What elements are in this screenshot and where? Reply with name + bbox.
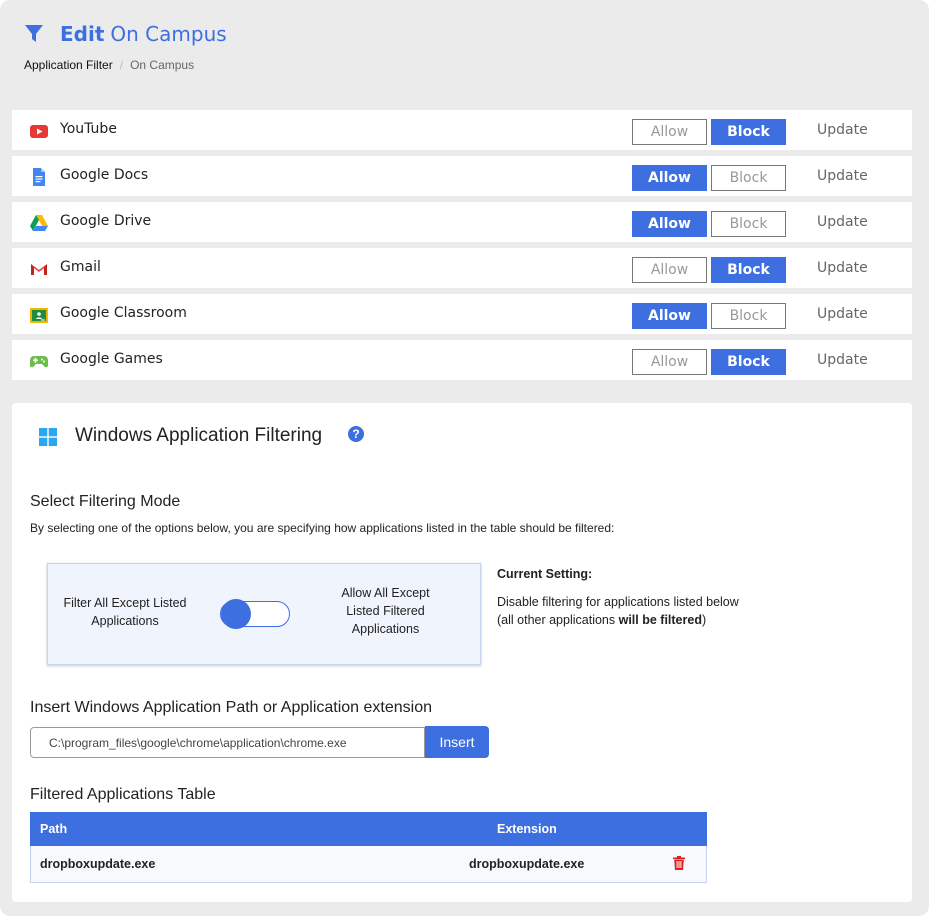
block-button[interactable]: Block — [711, 257, 786, 283]
allow-button[interactable]: Allow — [632, 211, 707, 237]
current-setting-description: Disable filtering for applications liste… — [497, 593, 739, 629]
gamepad-icon — [30, 356, 48, 368]
title-row: Edit On Campus — [24, 20, 227, 48]
block-button[interactable]: Block — [711, 303, 786, 329]
allow-button[interactable]: Allow — [632, 349, 707, 375]
app-row-google-docs: Google Docs Allow Block Update — [12, 156, 912, 196]
block-button[interactable]: Block — [711, 211, 786, 237]
app-name: Google Drive — [60, 213, 152, 229]
current-setting-line2-bold: will be filtered — [618, 613, 702, 627]
update-button[interactable]: Update — [817, 168, 868, 184]
app-row-google-drive: Google Drive Allow Block Update — [12, 202, 912, 242]
app-name: Google Games — [60, 351, 163, 367]
update-button[interactable]: Update — [817, 352, 868, 368]
page-title-text: On Campus — [110, 22, 227, 46]
update-button[interactable]: Update — [817, 260, 868, 276]
cell-extension: dropboxupdate.exe — [469, 857, 585, 871]
insert-path-heading: Insert Windows Application Path or Appli… — [30, 699, 433, 716]
breadcrumb-separator: / — [119, 58, 124, 72]
application-path-input[interactable] — [30, 727, 425, 758]
application-list: YouTube Allow Block Update Google Docs A… — [12, 110, 912, 386]
edit-label: Edit — [60, 22, 105, 46]
filtering-mode-toggle[interactable] — [220, 599, 290, 629]
current-setting-label: Current Setting: — [497, 567, 593, 581]
filtering-mode-description: By selecting one of the options below, y… — [30, 521, 615, 535]
windows-filtering-card: Windows Application Filtering ? Select F… — [12, 403, 912, 902]
column-header-extension: Extension — [497, 822, 557, 836]
filtering-mode-selector: Filter All Except Listed Applications Al… — [47, 563, 481, 665]
update-button[interactable]: Update — [817, 306, 868, 322]
allow-button[interactable]: Allow — [632, 119, 707, 145]
filter-icon — [25, 25, 43, 42]
youtube-icon — [30, 125, 48, 138]
page-title: Edit On Campus — [60, 22, 227, 46]
app-frame: Edit On Campus Application Filter / On Camp… — [0, 0, 929, 916]
google-docs-icon — [33, 168, 45, 186]
windows-icon — [39, 428, 57, 446]
insert-button[interactable]: Insert — [425, 726, 489, 758]
table-header: Path Extension — [30, 812, 707, 846]
block-button[interactable]: Block — [711, 349, 786, 375]
breadcrumb-current: On Campus — [130, 58, 195, 72]
google-classroom-icon — [30, 308, 48, 323]
google-drive-icon — [30, 215, 48, 231]
update-button[interactable]: Update — [817, 214, 868, 230]
app-row-youtube: YouTube Allow Block Update — [12, 110, 912, 150]
app-name: Google Classroom — [60, 305, 187, 321]
breadcrumb-application-filter[interactable]: Application Filter — [24, 58, 113, 72]
breadcrumb: Application Filter / On Campus — [24, 58, 227, 72]
app-name: Google Docs — [60, 167, 149, 183]
update-button[interactable]: Update — [817, 122, 868, 138]
current-setting-line2-post: ) — [701, 613, 707, 627]
block-button[interactable]: Block — [711, 119, 786, 145]
filtering-mode-heading: Select Filtering Mode — [30, 493, 181, 510]
allow-button[interactable]: Allow — [632, 303, 707, 329]
app-name: YouTube — [60, 121, 117, 137]
app-row-gmail: Gmail Allow Block Update — [12, 248, 912, 288]
trash-icon[interactable] — [673, 856, 685, 870]
option-allow-all-except[interactable]: Allow All Except Listed Filtered Applica… — [328, 584, 443, 638]
app-row-google-classroom: Google Classroom Allow Block Update — [12, 294, 912, 334]
current-setting-line1: Disable filtering for applications liste… — [497, 595, 739, 609]
current-setting-line2-pre: (all other applications — [497, 613, 619, 627]
option-filter-all-except[interactable]: Filter All Except Listed Applications — [60, 594, 190, 630]
table-row: dropboxupdate.exe dropboxupdate.exe — [30, 846, 707, 883]
allow-button[interactable]: Allow — [632, 257, 707, 283]
column-header-path: Path — [40, 822, 68, 836]
app-row-google-games: Google Games Allow Block Update — [12, 340, 912, 380]
block-button[interactable]: Block — [711, 165, 786, 191]
help-icon[interactable]: ? — [348, 426, 364, 442]
filtered-applications-table: Path Extension dropboxupdate.exe dropbox… — [30, 812, 707, 883]
cell-path: dropboxupdate.exe — [40, 857, 156, 871]
section-title: Windows Application Filtering — [75, 425, 323, 446]
allow-button[interactable]: Allow — [632, 165, 707, 191]
page-header: Edit On Campus Application Filter / On Camp… — [24, 20, 227, 72]
app-name: Gmail — [60, 259, 101, 275]
gmail-icon — [31, 264, 47, 275]
filtered-table-heading: Filtered Applications Table — [30, 786, 216, 803]
toggle-knob[interactable] — [221, 599, 251, 629]
